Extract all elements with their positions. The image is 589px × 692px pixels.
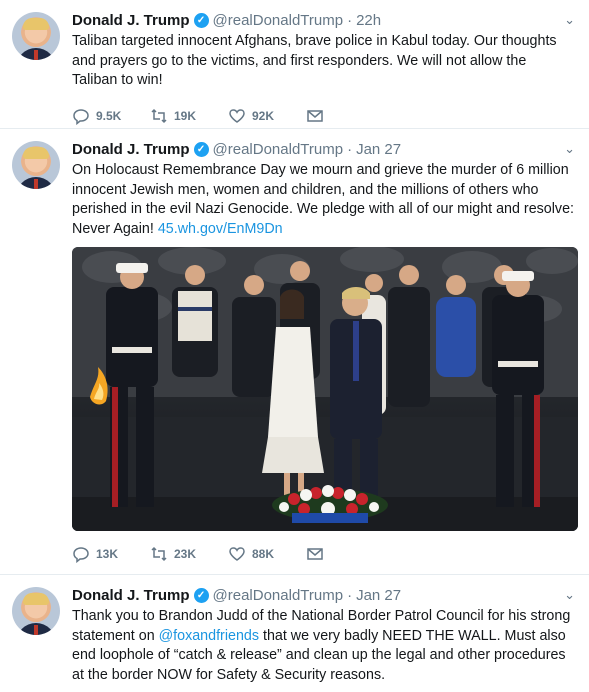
tweet[interactable]: Donald J. Trump ✓ @realDonaldTrump · Jan…: [0, 575, 589, 692]
author-name[interactable]: Donald J. Trump: [72, 12, 190, 29]
retweet-icon: [150, 107, 168, 125]
retweet-button[interactable]: 23K: [150, 545, 228, 563]
retweet-icon: [150, 545, 168, 563]
timestamp[interactable]: Jan 27: [356, 141, 401, 158]
mention-link[interactable]: @foxandfriends: [159, 628, 259, 644]
like-count: 88K: [252, 547, 275, 561]
tweet-text: On Holocaust Remembrance Day we mourn an…: [72, 161, 575, 239]
tweet[interactable]: Donald J. Trump ✓ @realDonaldTrump · 22h…: [0, 0, 589, 129]
author-handle[interactable]: @realDonaldTrump: [213, 587, 344, 604]
direct-message-button[interactable]: [306, 545, 326, 563]
tweet[interactable]: Donald J. Trump ✓ @realDonaldTrump · Jan…: [0, 129, 589, 575]
tweet-header: Donald J. Trump ✓ @realDonaldTrump · 22h: [72, 10, 575, 30]
retweet-count: 23K: [174, 547, 197, 561]
envelope-icon: [306, 545, 324, 563]
chevron-down-icon[interactable]: ⌄: [564, 587, 575, 603]
like-button[interactable]: 92K: [228, 107, 306, 125]
verified-badge-icon: ✓: [193, 141, 209, 157]
reply-button[interactable]: 9.5K: [72, 107, 150, 125]
reply-count: 13K: [96, 547, 119, 561]
reply-count: 9.5K: [96, 108, 122, 123]
heart-icon: [228, 107, 246, 125]
author-name[interactable]: Donald J. Trump: [72, 587, 190, 604]
direct-message-button[interactable]: [306, 107, 326, 125]
like-button[interactable]: 88K: [228, 545, 306, 563]
avatar[interactable]: [12, 141, 60, 189]
separator-dot: ·: [347, 11, 353, 29]
tweet-actions: 9.5K 19K 92K: [72, 99, 575, 133]
author-handle[interactable]: @realDonaldTrump: [213, 141, 344, 158]
tweet-text: Thank you to Brandon Judd of the Nationa…: [72, 607, 575, 685]
author-handle[interactable]: @realDonaldTrump: [213, 12, 344, 29]
tweet-actions: 13K 23K 88K: [72, 537, 575, 571]
chevron-down-icon[interactable]: ⌄: [564, 141, 575, 157]
reply-icon: [72, 107, 90, 125]
envelope-icon: [306, 107, 324, 125]
tweet-header: Donald J. Trump ✓ @realDonaldTrump · Jan…: [72, 139, 575, 159]
separator-dot: ·: [347, 586, 353, 604]
tweet-header: Donald J. Trump ✓ @realDonaldTrump · Jan…: [72, 585, 575, 605]
tweet-text: Taliban targeted innocent Afghans, brave…: [72, 33, 557, 88]
author-name[interactable]: Donald J. Trump: [72, 141, 190, 158]
heart-icon: [228, 545, 246, 563]
timestamp[interactable]: Jan 27: [356, 587, 401, 604]
reply-icon: [72, 545, 90, 563]
separator-dot: ·: [347, 140, 353, 158]
avatar[interactable]: [12, 12, 60, 60]
retweet-button[interactable]: 19K: [150, 107, 228, 125]
reply-button[interactable]: 13K: [72, 545, 150, 563]
chevron-down-icon[interactable]: ⌄: [564, 12, 575, 28]
like-count: 92K: [252, 108, 275, 123]
tweet-link[interactable]: 45.wh.gov/EnM9Dn: [158, 221, 283, 237]
timestamp[interactable]: 22h: [356, 12, 381, 29]
verified-badge-icon: ✓: [193, 12, 209, 28]
retweet-count: 19K: [174, 108, 197, 123]
verified-badge-icon: ✓: [193, 587, 209, 603]
tweet-photo[interactable]: [72, 247, 578, 531]
avatar[interactable]: [12, 587, 60, 635]
tweet-body: On Holocaust Remembrance Day we mourn an…: [72, 162, 574, 237]
